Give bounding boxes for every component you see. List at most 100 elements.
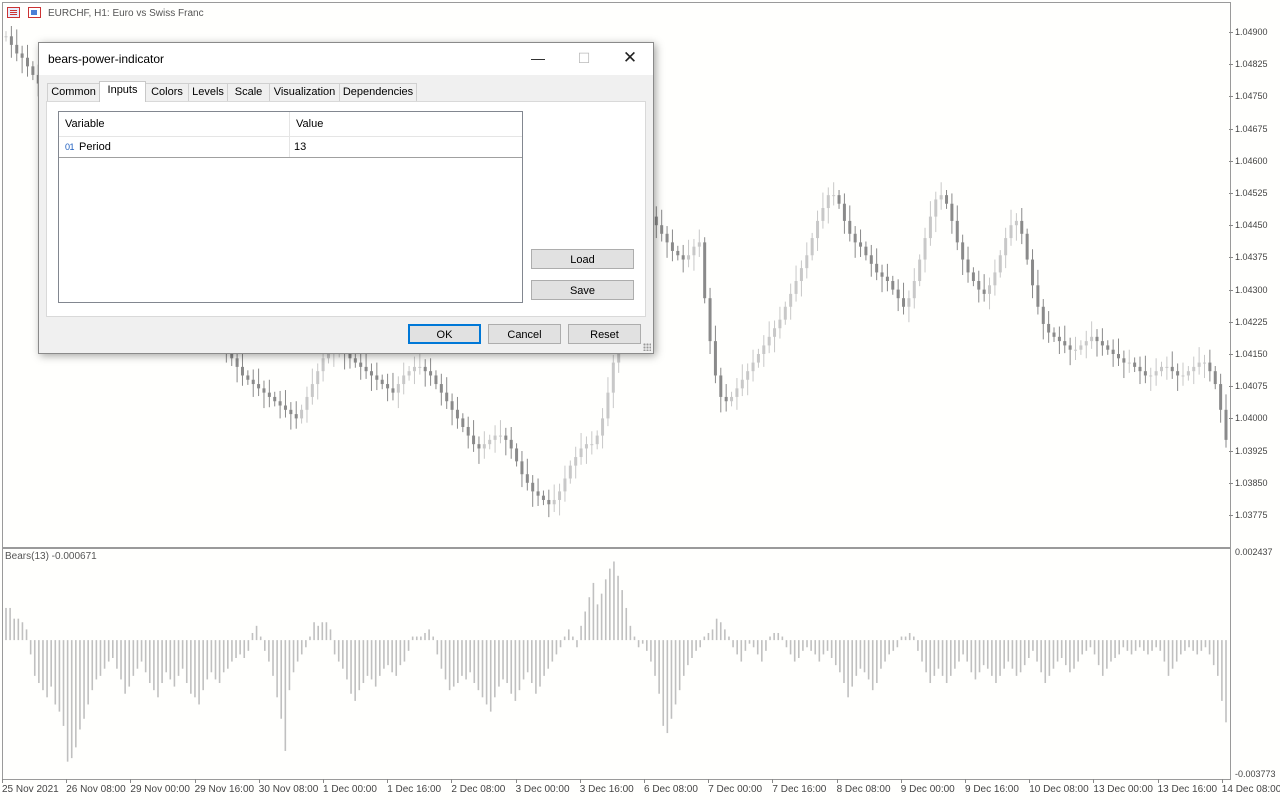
maximize-button[interactable]: ☐: [561, 43, 607, 73]
candle-body: [20, 53, 24, 58]
time-axis-label: 30 Nov 08:00: [258, 784, 319, 795]
candle-body: [832, 195, 836, 197]
indicator-properties-dialog[interactable]: bears-power-indicator — ☐ ✕ Common Input…: [38, 42, 654, 354]
candle-body: [375, 375, 379, 380]
candle-body: [445, 392, 449, 402]
time-axis-tick: [1157, 779, 1159, 783]
candle-body: [525, 474, 529, 483]
candle-body: [885, 276, 889, 282]
price-axis-label: 1.04600: [1235, 155, 1268, 166]
candle-body: [676, 250, 680, 256]
dialog-titlebar[interactable]: bears-power-indicator — ☐ ✕: [39, 43, 653, 75]
candle-body: [1057, 336, 1061, 342]
chart-window-icon[interactable]: [28, 7, 41, 18]
candle-body: [504, 435, 508, 440]
price-axis-label: 1.04750: [1235, 91, 1268, 102]
inputs-panel: Variable Value 01 Period 13 Load Save: [46, 101, 646, 317]
candle-body: [988, 285, 992, 294]
candle-body: [579, 448, 583, 458]
tab-inputs[interactable]: Inputs: [99, 81, 146, 102]
candle-body: [1004, 238, 1008, 256]
price-axis-label: 1.04300: [1235, 284, 1268, 295]
tab-levels[interactable]: Levels: [188, 83, 228, 101]
chart-list-icon[interactable]: [7, 7, 20, 18]
tab-colors[interactable]: Colors: [145, 83, 189, 101]
grid-header: Variable Value: [59, 112, 522, 137]
candle-body: [966, 259, 970, 273]
minimize-button[interactable]: —: [515, 43, 561, 73]
candle-body: [9, 36, 13, 45]
time-axis-label: 29 Nov 00:00: [130, 784, 190, 795]
candle-body: [1047, 323, 1051, 333]
tab-dependencies[interactable]: Dependencies: [339, 83, 417, 101]
candle-body: [1074, 349, 1078, 351]
candle-body: [509, 439, 513, 449]
column-header-value[interactable]: Value: [290, 112, 522, 136]
ok-button[interactable]: OK: [408, 324, 481, 344]
candle-body: [821, 208, 825, 221]
price-axis-tick: [1229, 386, 1233, 388]
candle-body: [708, 298, 712, 342]
time-axis-label: 3 Dec 00:00: [515, 784, 570, 795]
tab-common[interactable]: Common: [47, 83, 100, 101]
candle-body: [923, 238, 927, 260]
candle-body: [429, 371, 433, 376]
candle-body: [552, 499, 556, 505]
candle-body: [568, 465, 572, 479]
time-axis-tick: [772, 779, 774, 783]
candle-body: [713, 341, 717, 376]
inputs-grid[interactable]: Variable Value 01 Period 13: [58, 111, 523, 303]
price-axis-label: 1.04675: [1235, 123, 1268, 134]
candle-body: [853, 233, 857, 243]
candle-body: [1063, 341, 1067, 346]
candle-body: [746, 371, 750, 380]
candle-body: [837, 195, 841, 204]
candle-body: [1036, 285, 1040, 307]
save-button[interactable]: Save: [531, 280, 634, 300]
candle-body: [412, 366, 416, 372]
candle-body: [364, 366, 368, 372]
candle-body: [1154, 371, 1158, 376]
table-row[interactable]: 01 Period 13: [59, 137, 522, 158]
load-button[interactable]: Load: [531, 249, 634, 269]
candle-body: [928, 216, 932, 239]
candle-body: [536, 491, 540, 496]
time-axis-label: 13 Dec 16:00: [1157, 784, 1218, 795]
price-axis-tick: [1229, 64, 1233, 66]
time-axis-label: 29 Nov 16:00: [194, 784, 255, 795]
candle-body: [1143, 371, 1147, 376]
candle-body: [590, 444, 594, 446]
time-axis-label: 10 Dec 08:00: [1029, 784, 1089, 795]
time-axis-tick: [836, 779, 838, 783]
price-axis-tick: [1229, 321, 1233, 323]
tab-visualization[interactable]: Visualization: [269, 83, 340, 101]
time-axis-label: 26 Nov 08:00: [66, 784, 126, 795]
period-value-cell[interactable]: 13: [290, 137, 522, 157]
candle-body: [4, 36, 8, 38]
candle-body: [1100, 341, 1104, 346]
column-header-variable[interactable]: Variable: [59, 112, 290, 136]
candle-body: [386, 384, 390, 389]
indicator-axis-bottom: -0.003773: [1235, 769, 1276, 779]
candle-body: [1014, 220, 1018, 226]
candle-body: [488, 439, 492, 445]
candle-body: [348, 354, 352, 359]
candle-body: [880, 272, 884, 277]
candle-body: [918, 259, 922, 282]
resize-grip[interactable]: [643, 343, 651, 351]
candle-body: [971, 272, 975, 282]
candle-body: [353, 358, 357, 363]
candle-body: [1138, 366, 1142, 372]
candle-body: [273, 396, 277, 402]
candle-body: [654, 216, 658, 226]
candle-body: [477, 444, 481, 449]
time-axis-tick: [1029, 779, 1031, 783]
variable-cell[interactable]: 01 Period: [59, 137, 290, 157]
cancel-button[interactable]: Cancel: [488, 324, 561, 344]
candle-body: [455, 409, 459, 419]
tab-scale[interactable]: Scale: [227, 83, 270, 101]
candle-body: [267, 392, 271, 397]
candle-body: [472, 435, 476, 445]
close-button[interactable]: ✕: [607, 43, 653, 73]
reset-button[interactable]: Reset: [568, 324, 641, 344]
